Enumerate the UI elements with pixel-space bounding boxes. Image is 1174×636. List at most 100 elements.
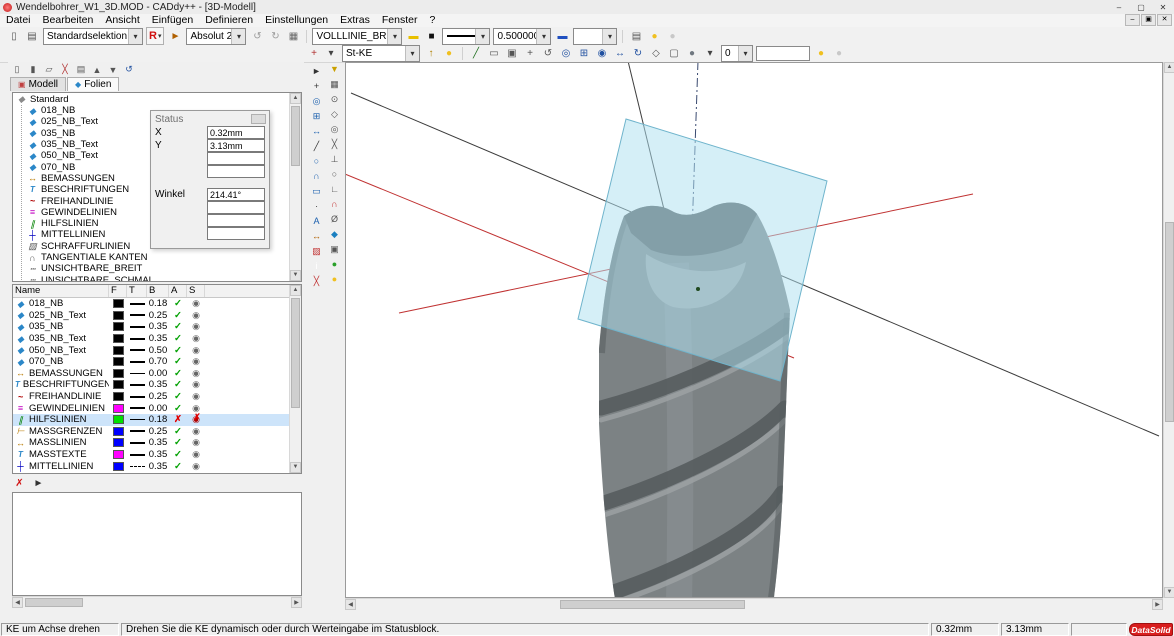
menu-item[interactable]: Extras — [334, 14, 376, 27]
column-header-b[interactable]: B — [147, 285, 169, 297]
toolbar-icon[interactable]: ▭ — [486, 46, 502, 61]
layer-active-mark[interactable] — [174, 391, 182, 402]
layer-linetype-sample[interactable] — [130, 396, 145, 398]
layer-width-value[interactable]: 0.35 — [147, 461, 169, 472]
menu-item[interactable]: ? — [424, 14, 442, 27]
mini-toolbar-icon[interactable]: ✗ — [12, 477, 27, 490]
layer-visibility-eye-icon[interactable] — [192, 345, 200, 356]
status-field-input[interactable] — [207, 188, 265, 201]
layer-width-value[interactable]: 0.35 — [147, 437, 169, 448]
layer-row[interactable]: MASSLINIEN 0.35 — [13, 437, 301, 449]
tool-icon[interactable]: ◇ — [327, 107, 342, 121]
toolbar-icon[interactable]: ↺ — [540, 46, 556, 61]
menu-item[interactable]: Definieren — [199, 14, 259, 27]
layer-color-swatch[interactable] — [113, 427, 124, 436]
toolbar-icon[interactable]: ● — [664, 29, 680, 44]
panel-toolbar-icon[interactable]: ▮ — [26, 63, 40, 76]
viewport-vertical-scrollbar[interactable]: ▲ ▼ — [1163, 62, 1174, 598]
tool-icon[interactable]: ◎ — [309, 94, 324, 108]
layer-linetype-sample[interactable] — [130, 430, 145, 432]
linetype-combo[interactable]: VOLLLINIE_BREIT — [312, 28, 402, 45]
menu-item[interactable]: Ansicht — [99, 14, 145, 27]
layer-visibility-eye-icon[interactable] — [192, 426, 200, 437]
tool-icon[interactable]: ● — [327, 272, 342, 286]
layer-active-mark[interactable] — [174, 414, 182, 425]
toolbar-icon[interactable]: ▾ — [702, 46, 718, 61]
layer-visibility-eye-icon[interactable] — [192, 298, 200, 309]
layer-linetype-sample[interactable] — [130, 349, 145, 351]
layer-width-value[interactable]: 0.00 — [147, 403, 169, 414]
toolbar-icon[interactable]: ■ — [423, 29, 439, 44]
layer-row[interactable]: 070_NB 0.70 — [13, 356, 301, 368]
tool-icon[interactable]: ╳ — [327, 137, 342, 151]
menu-item[interactable]: Einfügen — [146, 14, 199, 27]
layer-color-swatch[interactable] — [113, 334, 124, 343]
redline-mode-button[interactable]: R▾ — [146, 27, 164, 45]
value-input[interactable] — [756, 46, 810, 61]
tool-icon[interactable]: ▼ — [327, 62, 342, 76]
layer-width-value[interactable]: 0.35 — [147, 333, 169, 344]
tool-icon[interactable]: ● — [327, 257, 342, 271]
tool-icon[interactable]: ▨ — [309, 244, 324, 258]
panel-tab[interactable]: ◆ Folien — [67, 77, 119, 91]
column-header-name[interactable]: Name — [13, 285, 109, 297]
layer-color-swatch[interactable] — [113, 369, 124, 378]
toolbar-icon[interactable]: ▯ — [6, 29, 22, 44]
toolbar-icon[interactable]: ╱ — [468, 46, 484, 61]
menu-item[interactable]: Fenster — [376, 14, 424, 27]
scroll-right-icon[interactable] — [291, 597, 302, 608]
layer-row[interactable]: 018_NB 0.18 — [13, 298, 301, 310]
tool-icon[interactable]: ► — [309, 64, 324, 78]
layer-linetype-sample[interactable] — [130, 326, 145, 328]
layer-active-mark[interactable] — [174, 345, 182, 356]
tool-icon[interactable]: ○ — [309, 154, 324, 168]
layer-active-mark[interactable] — [174, 310, 182, 321]
tool-icon[interactable]: i — [309, 259, 324, 273]
layer-active-mark[interactable] — [174, 298, 182, 309]
panel-toolbar-icon[interactable]: ▼ — [106, 63, 120, 76]
tool-icon[interactable]: ╱ — [309, 139, 324, 153]
scroll-thumb[interactable] — [291, 106, 300, 166]
maximize-button[interactable]: ▢ — [1130, 0, 1152, 14]
scroll-thumb[interactable] — [560, 600, 745, 609]
scroll-right-icon[interactable] — [1152, 599, 1163, 610]
toolbar-icon[interactable]: ▤ — [24, 29, 40, 44]
layer-linetype-sample[interactable] — [130, 338, 145, 340]
toolbar-icon[interactable]: + — [306, 46, 322, 61]
scroll-thumb[interactable] — [291, 298, 300, 408]
column-header-a[interactable]: A — [169, 285, 187, 297]
combo-arrow-icon[interactable] — [738, 46, 752, 61]
layer-linetype-sample[interactable] — [130, 419, 145, 420]
panel-toolbar-icon[interactable]: ▤ — [74, 63, 88, 76]
layer-color-swatch[interactable] — [113, 450, 124, 459]
layer-visibility-eye-icon[interactable] — [192, 449, 200, 460]
layer-color-swatch[interactable] — [113, 346, 124, 355]
scroll-up-icon[interactable] — [290, 285, 301, 296]
layer-linetype-sample[interactable] — [130, 314, 145, 316]
empty-combo[interactable] — [573, 28, 617, 45]
minimize-button[interactable]: – — [1108, 0, 1130, 14]
coordinate-mode-combo[interactable]: Absolut 2D — [186, 28, 246, 45]
combo-arrow-icon[interactable] — [405, 46, 419, 61]
layer-row[interactable]: 050_NB_Text 0.50 — [13, 344, 301, 356]
layer-active-mark[interactable] — [174, 333, 182, 344]
combo-arrow-icon[interactable] — [128, 29, 142, 44]
toolbar-icon[interactable]: ● — [441, 46, 457, 61]
linewidth-combo[interactable]: 0.500000 — [493, 28, 551, 45]
combo-arrow-icon[interactable] — [387, 29, 401, 44]
layer-color-swatch[interactable] — [113, 438, 124, 447]
layer-row[interactable]: 035_NB_Text 0.35 — [13, 333, 301, 345]
toolbar-icon[interactable]: ↺ — [249, 29, 265, 44]
status-field-input[interactable] — [207, 201, 265, 214]
layer-color-swatch[interactable] — [113, 357, 124, 366]
tool-icon[interactable]: ▦ — [327, 77, 342, 91]
scroll-thumb[interactable] — [25, 598, 83, 607]
layer-linetype-sample[interactable] — [130, 361, 145, 363]
layer-row[interactable]: MASSGRENZEN 0.25 — [13, 426, 301, 438]
tool-icon[interactable]: ↔ — [309, 229, 324, 243]
toolbar-icon[interactable]: ↻ — [267, 29, 283, 44]
layer-width-value[interactable]: 0.70 — [147, 356, 169, 367]
layer-row[interactable]: FREIHANDLINIE 0.25 — [13, 391, 301, 403]
layer-row[interactable]: MASSTEXTE 0.35 — [13, 449, 301, 461]
linestyle-combo[interactable] — [442, 28, 490, 45]
